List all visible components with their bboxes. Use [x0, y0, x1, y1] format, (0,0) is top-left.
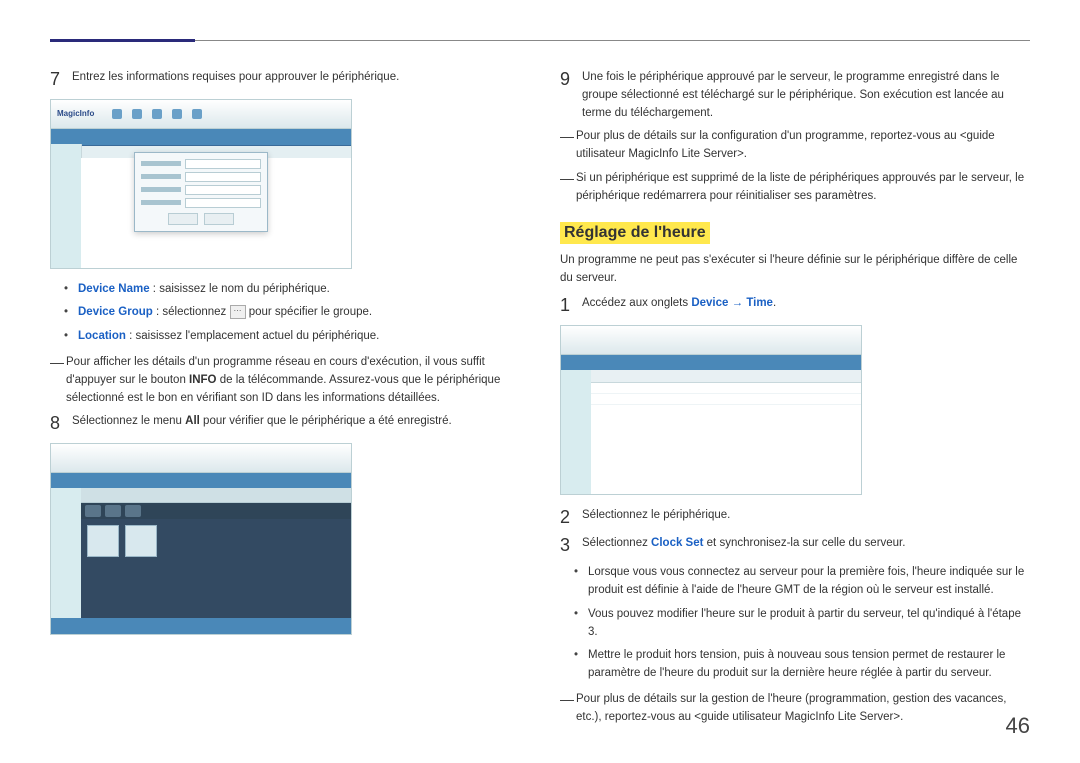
- note-body: Si un périphérique est supprimé de la li…: [576, 170, 1030, 206]
- page-number: 46: [1006, 713, 1030, 739]
- note-body: Pour plus de détails sur la configuratio…: [576, 128, 1030, 164]
- header-rule: [50, 40, 1030, 41]
- right-column: 9 Une fois le périphérique approuvé par …: [560, 69, 1030, 733]
- dash-icon: ―: [560, 170, 576, 187]
- app-logo: MagicInfo: [57, 109, 94, 118]
- approve-modal: [134, 152, 268, 232]
- step-number: 7: [50, 69, 72, 91]
- info-bold: INFO: [189, 374, 216, 386]
- step-9: 9 Une fois le périphérique approuvé par …: [560, 69, 1030, 122]
- browse-icon: ⋯: [230, 305, 246, 319]
- note-info-remote: ― Pour afficher les détails d'un program…: [50, 354, 520, 407]
- device-group-label: Device Group: [78, 306, 153, 318]
- field-device-group: Device Group : sélectionnez ⋯ pour spéci…: [68, 304, 520, 322]
- field-list: Device Name : saisissez le nom du périph…: [68, 281, 520, 346]
- device-name-label: Device Name: [78, 283, 150, 295]
- screenshot-approve-device: MagicInfo: [50, 99, 352, 269]
- location-label: Location: [78, 330, 126, 342]
- step-number: 8: [50, 413, 72, 435]
- screenshot-time-tab: [560, 325, 862, 495]
- step-text: Sélectionnez le menu All pour vérifier q…: [72, 413, 520, 431]
- step-number: 3: [560, 535, 582, 557]
- screenshot-device-registered: [50, 443, 352, 635]
- note-program-config: ― Pour plus de détails sur la configurat…: [560, 128, 1030, 164]
- dash-icon: ―: [560, 691, 576, 708]
- time-intro: Un programme ne peut pas s'exécuter si l…: [560, 252, 1030, 288]
- field-device-name: Device Name : saisissez le nom du périph…: [68, 281, 520, 299]
- step-text: Sélectionnez Clock Set et synchronisez-l…: [582, 535, 1030, 553]
- dash-icon: ―: [560, 128, 576, 145]
- dash-icon: ―: [50, 354, 66, 371]
- device-group-desc-a: : sélectionnez: [153, 306, 230, 318]
- step-8: 8 Sélectionnez le menu All pour vérifier…: [50, 413, 520, 435]
- note-info-body: Pour afficher les détails d'un programme…: [66, 354, 520, 407]
- tab-time: Time: [746, 297, 773, 309]
- step-number: 1: [560, 295, 582, 317]
- time-bullet-2: Vous pouvez modifier l'heure sur le prod…: [578, 606, 1030, 642]
- header-accent: [50, 39, 195, 42]
- note-body: Pour plus de détails sur la gestion de l…: [576, 691, 1030, 727]
- step-number: 9: [560, 69, 582, 91]
- left-column: 7 Entrez les informations requises pour …: [50, 69, 520, 733]
- all-menu: All: [185, 415, 200, 427]
- two-column-layout: 7 Entrez les informations requises pour …: [50, 69, 1030, 733]
- tab-device: Device: [691, 297, 728, 309]
- step-text: Une fois le périphérique approuvé par le…: [582, 69, 1030, 122]
- note-time-management: ― Pour plus de détails sur la gestion de…: [560, 691, 1030, 727]
- step-7: 7 Entrez les informations requises pour …: [50, 69, 520, 91]
- time-bullet-1: Lorsque vous vous connectez au serveur p…: [578, 564, 1030, 600]
- clock-set-label: Clock Set: [651, 537, 703, 549]
- step-number: 2: [560, 507, 582, 529]
- device-name-desc: : saisissez le nom du périphérique.: [150, 283, 330, 295]
- step-text: Sélectionnez le périphérique.: [582, 507, 1030, 525]
- time-bullets: Lorsque vous vous connectez au serveur p…: [578, 564, 1030, 683]
- step-2: 2 Sélectionnez le périphérique.: [560, 507, 1030, 529]
- step-text: Accédez aux onglets Device → Time.: [582, 295, 1030, 313]
- time-bullet-3: Mettre le produit hors tension, puis à n…: [578, 647, 1030, 683]
- note-device-removed: ― Si un périphérique est supprimé de la …: [560, 170, 1030, 206]
- field-location: Location : saisissez l'emplacement actue…: [68, 328, 520, 346]
- section-heading-time: Réglage de l'heure: [560, 222, 710, 244]
- step-text: Entrez les informations requises pour ap…: [72, 69, 520, 87]
- device-group-desc-b: pour spécifier le groupe.: [246, 306, 373, 318]
- step-3: 3 Sélectionnez Clock Set et synchronisez…: [560, 535, 1030, 557]
- location-desc: : saisissez l'emplacement actuel du péri…: [126, 330, 379, 342]
- step-1: 1 Accédez aux onglets Device → Time.: [560, 295, 1030, 317]
